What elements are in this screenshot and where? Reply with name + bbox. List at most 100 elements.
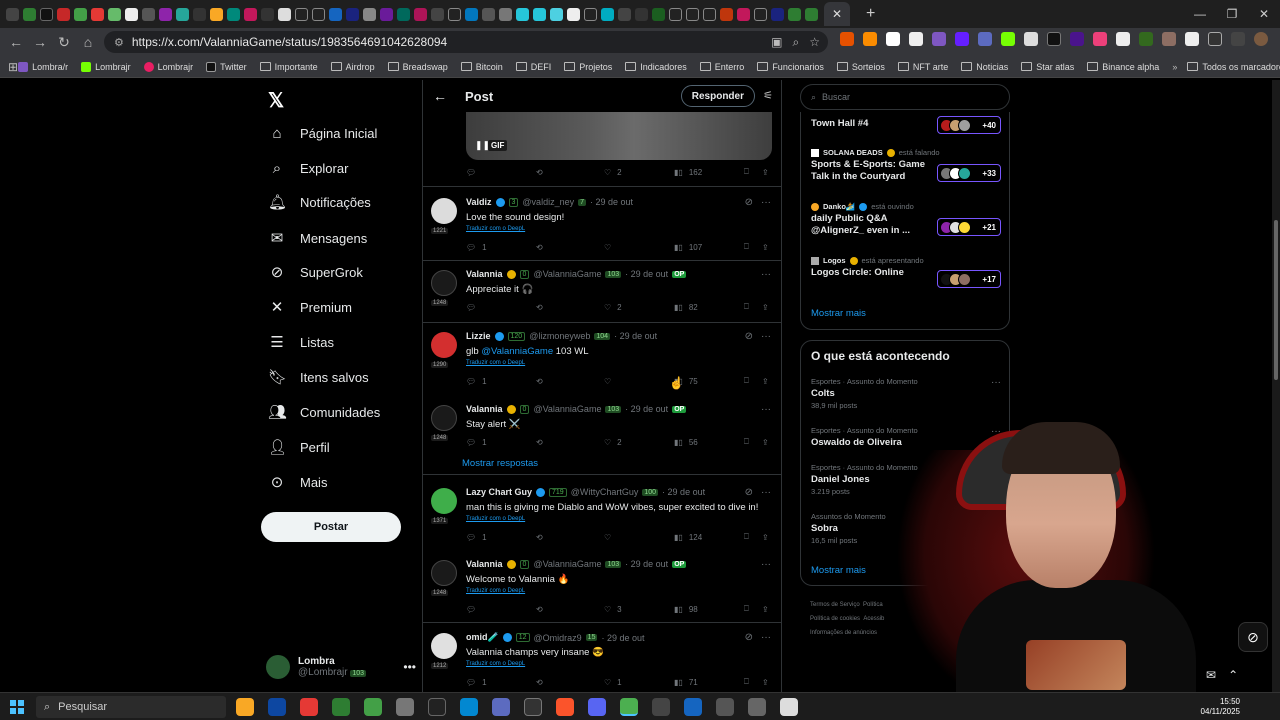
tab-icon[interactable] bbox=[805, 7, 818, 21]
brave-icon[interactable] bbox=[556, 698, 574, 716]
space-item[interactable]: SOLANA DEADS está falando Sports & E-Spor… bbox=[811, 148, 1001, 183]
tab-icon[interactable] bbox=[584, 7, 597, 21]
taskbar-search[interactable]: ⌕ Pesquisar bbox=[36, 696, 226, 718]
tab-icon[interactable] bbox=[771, 7, 784, 21]
bookmark-item[interactable]: Lombrajr bbox=[143, 61, 193, 72]
translate-link[interactable]: Traduzir com o DeepL bbox=[466, 360, 525, 366]
more-dots-icon[interactable]: ··· bbox=[761, 269, 771, 280]
translate-link[interactable]: Traduzir com o DeepL bbox=[466, 661, 525, 667]
app-icon[interactable] bbox=[716, 698, 734, 716]
tab-close-icon[interactable]: ✕ bbox=[832, 7, 842, 21]
extension-icon[interactable] bbox=[1139, 32, 1153, 46]
reply-tweet[interactable]: 1248 Valannia 0 @ValanniaGame 103 · 29 d… bbox=[423, 397, 781, 455]
tab-icon[interactable] bbox=[737, 7, 750, 21]
install-app-icon[interactable]: ▣ bbox=[771, 35, 782, 49]
author-name[interactable]: Valdiz bbox=[466, 197, 492, 207]
space-listeners[interactable]: +33 bbox=[937, 164, 1001, 182]
tab-icon[interactable] bbox=[176, 7, 189, 21]
more-dots-icon[interactable]: ••• bbox=[403, 660, 416, 674]
extension-icon[interactable] bbox=[909, 32, 923, 46]
extension-icon[interactable] bbox=[1185, 32, 1199, 46]
url-text[interactable]: https://x.com/ValanniaGame/status/198356… bbox=[132, 35, 447, 49]
translate-link[interactable]: Traduzir com o DeepL bbox=[466, 588, 525, 594]
author-handle[interactable]: @ValanniaGame bbox=[533, 404, 601, 414]
retweet-icon[interactable]: ⟲ bbox=[536, 243, 543, 252]
like-button[interactable]: ♡ 3 bbox=[604, 605, 622, 614]
tab-icon[interactable] bbox=[635, 7, 648, 21]
share-icon[interactable]: ⇪ bbox=[762, 438, 769, 447]
grok-icon[interactable]: ⊘ bbox=[745, 197, 753, 208]
tab-icon[interactable] bbox=[108, 7, 121, 21]
heart-icon[interactable]: ♡ bbox=[604, 377, 611, 386]
nav-item-bookmarks[interactable]: 🔖︎ Itens salvos bbox=[268, 365, 369, 389]
nav-item-communities[interactable]: 👥︎ Comunidades bbox=[268, 400, 380, 424]
author-name[interactable]: Valannia bbox=[466, 404, 503, 414]
tab-icon[interactable] bbox=[703, 7, 716, 21]
views-button[interactable]: ▮▯ 98 bbox=[674, 605, 698, 614]
tab-icon[interactable] bbox=[74, 7, 87, 21]
app-icon[interactable] bbox=[492, 698, 510, 716]
avatar[interactable] bbox=[431, 560, 457, 586]
tab-icon[interactable] bbox=[465, 7, 478, 21]
tweet-date[interactable]: 29 de out bbox=[631, 404, 669, 414]
tab-icon[interactable] bbox=[567, 7, 580, 21]
bookmark-folder[interactable]: DEFI bbox=[515, 62, 551, 72]
tweet-date[interactable]: 29 de out bbox=[596, 197, 634, 207]
tab-icon[interactable] bbox=[550, 7, 563, 21]
avatar[interactable] bbox=[431, 488, 457, 514]
more-dots-icon[interactable]: ··· bbox=[761, 404, 771, 415]
author-handle[interactable]: @ValanniaGame bbox=[533, 559, 601, 569]
tab-icon[interactable] bbox=[295, 7, 308, 21]
grok-icon[interactable]: ⊘ bbox=[745, 632, 753, 643]
tab-icon[interactable] bbox=[329, 7, 342, 21]
extension-icon[interactable] bbox=[1162, 32, 1176, 46]
space-item[interactable]: Logos está apresentando Logos Circle: Onl… bbox=[811, 256, 1001, 288]
grok-float-icon[interactable]: ⊘ bbox=[1238, 622, 1268, 652]
more-dots-icon[interactable]: ··· bbox=[761, 487, 771, 498]
tab-icon[interactable] bbox=[23, 7, 36, 21]
avatar[interactable] bbox=[431, 270, 457, 296]
profile-avatar[interactable] bbox=[1254, 32, 1268, 46]
footer-link[interactable]: Política de cookies bbox=[810, 616, 860, 622]
share-icon[interactable]: ⇪ bbox=[762, 303, 769, 312]
bookmark-folder[interactable]: Funcionarios bbox=[757, 62, 824, 72]
tab-icon[interactable] bbox=[788, 7, 801, 21]
author-handle[interactable]: @ValanniaGame bbox=[533, 269, 601, 279]
app-icon[interactable] bbox=[780, 698, 798, 716]
account-switcher[interactable]: Lombra @Lombrajr 103 ••• bbox=[266, 652, 416, 682]
tab-icon[interactable] bbox=[159, 7, 172, 21]
bookmark-folder[interactable]: NFT arte bbox=[897, 62, 948, 72]
expand-up-icon[interactable]: ⌃ bbox=[1228, 668, 1238, 682]
app-icon[interactable] bbox=[524, 698, 542, 716]
nav-item-more[interactable]: ⊙ Mais bbox=[268, 470, 328, 494]
tab-icon[interactable] bbox=[278, 7, 291, 21]
reply-icon[interactable]: 💬︎ bbox=[466, 303, 476, 312]
reply-tweet[interactable]: 1290 Lizzie 120 @lizmoneyweb 104 · 29 de… bbox=[423, 324, 781, 392]
bookmark-folder[interactable]: Indicadores bbox=[625, 62, 687, 72]
bookmark-icon[interactable]: ⎕ bbox=[744, 604, 749, 614]
system-clock[interactable]: 15:50 04/11/2025 bbox=[1201, 697, 1240, 717]
more-dots-icon[interactable]: ··· bbox=[761, 331, 771, 342]
tab-icon[interactable] bbox=[244, 7, 257, 21]
more-bookmarks-icon[interactable]: » bbox=[1172, 62, 1177, 72]
bookmark-folder[interactable]: Binance alpha bbox=[1087, 62, 1159, 72]
tab-icon[interactable] bbox=[125, 7, 138, 21]
reply-button[interactable]: 💬︎ 1 bbox=[466, 243, 487, 252]
tab-icon[interactable] bbox=[533, 7, 546, 21]
tab-icon[interactable] bbox=[380, 7, 393, 21]
tab-icon[interactable] bbox=[720, 7, 733, 21]
tab-icon[interactable] bbox=[601, 7, 614, 21]
tab-icon[interactable] bbox=[482, 7, 495, 21]
retweet-icon[interactable]: ⟲ bbox=[536, 678, 543, 687]
heart-icon[interactable]: ♡ bbox=[604, 243, 611, 252]
extension-icon[interactable] bbox=[863, 32, 877, 46]
pinned-tabs[interactable]: ✕ + bbox=[0, 2, 875, 26]
more-dots-icon[interactable]: ··· bbox=[991, 377, 1001, 388]
retweet-icon[interactable]: ⟲ bbox=[536, 438, 543, 447]
tab-icon[interactable] bbox=[618, 7, 631, 21]
trend-item[interactable]: Esportes · Assunto do Momento Colts 38,9… bbox=[811, 377, 1001, 410]
bookmark-icon[interactable]: ⎕ bbox=[744, 242, 749, 252]
forward-icon[interactable]: → bbox=[28, 34, 52, 50]
views-button[interactable]: ▮▯ 107 bbox=[674, 243, 702, 252]
views-button[interactable]: ▮▯ 82 bbox=[674, 303, 698, 312]
